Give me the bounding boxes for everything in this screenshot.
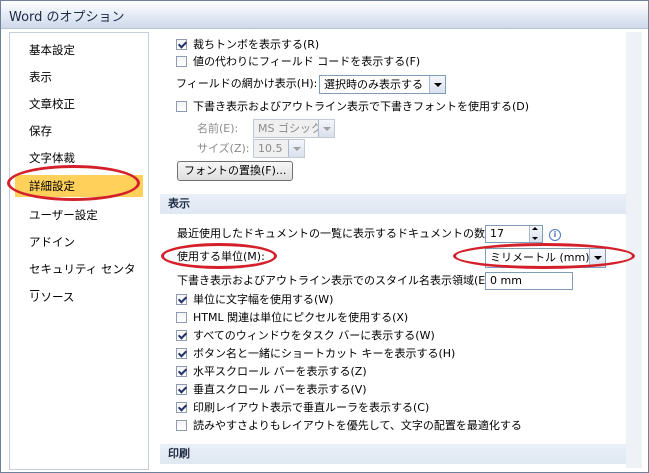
- draft-font-option[interactable]: 下書き表示およびアウトライン表示で下書きフォントを使用する(D): [176, 98, 529, 116]
- checkbox-option[interactable]: 印刷レイアウト表示で垂直ルーラを表示する(C): [176, 399, 429, 417]
- recent-docs-value: 17: [490, 227, 504, 240]
- sidebar-item-resources[interactable]: リソース: [15, 286, 143, 308]
- font-substitution-button[interactable]: フォントの置換(F)...: [177, 161, 294, 181]
- checkbox[interactable]: [176, 366, 187, 377]
- sidebar-item-typography[interactable]: 文字体裁: [15, 147, 143, 169]
- font-size-select[interactable]: 10.5: [253, 139, 305, 158]
- checkbox-label: 水平スクロール バーを表示する(Z): [193, 365, 367, 378]
- checkbox[interactable]: [176, 330, 187, 341]
- field-codes-checkbox[interactable]: [176, 56, 187, 67]
- field-codes-option[interactable]: 値の代わりにフィールド コードを表示する(F): [176, 53, 420, 71]
- draft-font-checkbox[interactable]: [176, 101, 187, 112]
- sidebar-item-customize[interactable]: ユーザー設定: [15, 204, 143, 226]
- font-name-label: 名前(E):: [197, 122, 239, 135]
- chevron-down-icon[interactable]: [589, 249, 605, 267]
- sidebar-item-proofing[interactable]: 文章校正: [15, 93, 143, 115]
- field-shading-value: 選択時のみ表示する: [324, 78, 423, 91]
- window-title: Word のオプション: [9, 10, 125, 25]
- crop-marks-option[interactable]: 裁ちトンボを表示する(R): [176, 36, 319, 54]
- style-area-input[interactable]: 0 mm: [485, 272, 573, 290]
- crop-marks-checkbox[interactable]: [176, 39, 187, 50]
- units-label: 使用する単位(M):: [177, 250, 265, 263]
- checkbox-option[interactable]: 水平スクロール バーを表示する(Z): [176, 363, 367, 381]
- checkbox[interactable]: [176, 348, 187, 359]
- units-value: ミリメートル (mm): [490, 251, 590, 264]
- field-shading-label: フィールドの網かけ表示(H):: [176, 77, 318, 90]
- checkbox-option[interactable]: HTML 関連は単位にピクセルを使用する(X): [176, 309, 408, 327]
- crop-marks-label: 裁ちトンボを表示する(R): [193, 38, 320, 51]
- checkbox-label: 単位に文字幅を使用する(W): [193, 293, 334, 306]
- options-dialog: Word のオプション 基本設定 表示 文章校正 保存 文字体裁 詳細設定 ユー…: [0, 0, 649, 473]
- font-size-label: サイズ(Z):: [197, 142, 250, 155]
- vertical-scrollbar[interactable]: [626, 32, 642, 468]
- draft-font-label: 下書き表示およびアウトライン表示で下書きフォントを使用する(D): [193, 100, 530, 113]
- style-area-label: 下書き表示およびアウトライン表示でのスタイル名表示領域(E):: [177, 274, 494, 287]
- font-name-value: MS ゴシック: [258, 122, 322, 135]
- checkbox-label: HTML 関連は単位にピクセルを使用する(X): [193, 311, 409, 324]
- sidebar-item-trust-center[interactable]: セキュリティ センター: [15, 258, 143, 298]
- checkbox-option[interactable]: 垂直スクロール バーを表示する(V): [176, 381, 367, 399]
- checkbox-label: ボタン名と一緒にショートカット キーを表示する(H): [193, 347, 456, 360]
- spinner-arrows-icon[interactable]: [529, 226, 542, 242]
- chevron-down-icon[interactable]: [318, 120, 334, 137]
- sidebar-item-basic[interactable]: 基本設定: [15, 39, 143, 61]
- sidebar-item-display[interactable]: 表示: [15, 66, 143, 88]
- checkbox[interactable]: [176, 402, 187, 413]
- print-section-header: 印刷: [160, 444, 642, 464]
- sidebar-item-save[interactable]: 保存: [15, 120, 143, 142]
- sidebar: 基本設定 表示 文章校正 保存 文字体裁 詳細設定 ユーザー設定 アドイン セキ…: [9, 32, 149, 470]
- display-section-header: 表示: [160, 194, 642, 214]
- sidebar-item-addins[interactable]: アドイン: [15, 231, 143, 253]
- info-icon: i: [549, 229, 561, 241]
- checkbox-option[interactable]: すべてのウィンドウをタスク バーに表示する(W): [176, 327, 435, 345]
- font-name-select[interactable]: MS ゴシック: [253, 119, 335, 138]
- checkbox-label: 垂直スクロール バーを表示する(V): [193, 383, 367, 396]
- recent-docs-label: 最近使用したドキュメントの一覧に表示するドキュメントの数(R):: [177, 227, 505, 240]
- checkbox[interactable]: [176, 384, 187, 395]
- title-bar: Word のオプション: [1, 1, 648, 29]
- checkbox-label: 印刷レイアウト表示で垂直ルーラを表示する(C): [193, 401, 430, 414]
- checkbox-label: 読みやすさよりもレイアウトを優先して、文字の配置を最適化する: [193, 419, 522, 432]
- field-shading-select[interactable]: 選択時のみ表示する: [319, 75, 446, 94]
- checkbox[interactable]: [176, 294, 187, 305]
- sidebar-item-advanced[interactable]: 詳細設定: [15, 175, 143, 197]
- field-codes-label: 値の代わりにフィールド コードを表示する(F): [193, 55, 421, 68]
- checkbox[interactable]: [176, 420, 187, 431]
- checkbox-option[interactable]: 読みやすさよりもレイアウトを優先して、文字の配置を最適化する: [176, 417, 522, 435]
- recent-docs-spinner[interactable]: 17: [485, 225, 543, 243]
- chevron-down-icon[interactable]: [429, 76, 445, 93]
- checkbox[interactable]: [176, 312, 187, 323]
- checkbox-option[interactable]: 単位に文字幅を使用する(W): [176, 291, 333, 309]
- units-select[interactable]: ミリメートル (mm): [485, 248, 606, 268]
- checkbox-option[interactable]: ボタン名と一緒にショートカット キーを表示する(H): [176, 345, 455, 363]
- font-size-value: 10.5: [258, 142, 283, 155]
- options-content: 裁ちトンボを表示する(R) 値の代わりにフィールド コードを表示する(F) フィ…: [156, 32, 642, 468]
- checkbox-label: すべてのウィンドウをタスク バーに表示する(W): [193, 329, 435, 342]
- chevron-down-icon[interactable]: [288, 140, 304, 157]
